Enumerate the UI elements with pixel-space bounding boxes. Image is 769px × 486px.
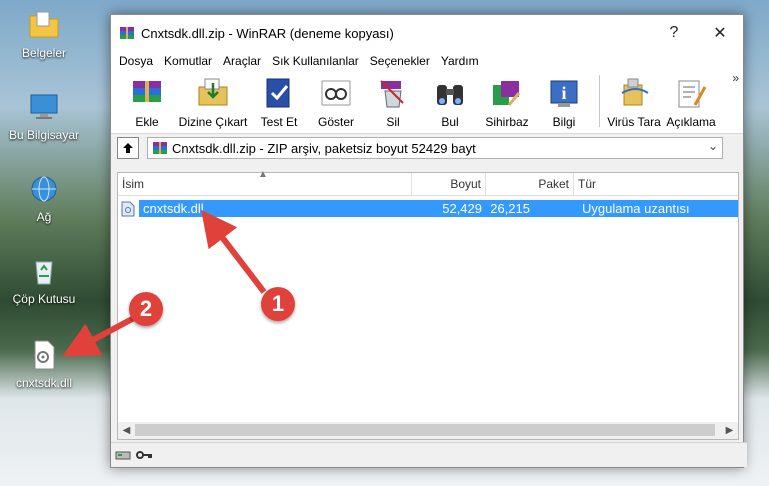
menu-tools[interactable]: Araçlar	[223, 54, 261, 68]
extract-to-button[interactable]: Dizine Çıkart	[176, 71, 250, 135]
test-button[interactable]: Test Et	[251, 71, 307, 135]
file-packed: 26,215	[486, 200, 534, 217]
winrar-app-icon	[119, 25, 135, 41]
help-button[interactable]: ?	[651, 15, 697, 51]
close-button[interactable]: ✕	[697, 15, 743, 51]
menu-bar: Dosya Komutlar Araçlar Sık Kullanılanlar…	[111, 51, 743, 71]
info-button[interactable]: i Bilgi	[536, 71, 592, 135]
add-archive-icon	[133, 81, 161, 102]
menu-file[interactable]: Dosya	[119, 54, 153, 68]
svg-text:i: i	[561, 83, 566, 103]
test-icon	[266, 78, 290, 108]
chevron-down-icon[interactable]: ⌄	[708, 139, 718, 153]
computer-icon	[27, 90, 61, 124]
comment-icon	[678, 80, 707, 108]
archive-icon	[152, 140, 168, 156]
sort-ascending-icon: ▲	[258, 169, 268, 180]
virus-scan-icon	[621, 78, 649, 106]
delete-icon	[380, 80, 404, 108]
toolbar: Ekle Dizine Çıkart Test Et Göster Sil Bu…	[111, 71, 743, 134]
desktop-icon-network[interactable]: Ağ	[4, 172, 84, 224]
find-icon	[437, 85, 463, 105]
table-row[interactable]: cnxtsdk.dll 52,429 26,215 Uygulama uzant…	[120, 200, 740, 217]
wizard-icon	[493, 81, 521, 106]
step-marker-2: 2	[129, 292, 163, 326]
delete-button[interactable]: Sil	[365, 71, 421, 135]
find-button[interactable]: Bul	[422, 71, 478, 135]
virus-scan-button[interactable]: Virüs Tara	[606, 71, 662, 135]
up-arrow-icon	[123, 143, 133, 153]
desktop-icon-dll-file[interactable]: cnxtsdk.dll	[4, 338, 84, 390]
address-bar: Cnxtsdk.dll.zip - ZIP arşiv, paketsiz bo…	[111, 134, 743, 162]
status-bar	[111, 442, 747, 467]
step-marker-1: 1	[261, 287, 295, 321]
recycle-bin-icon	[27, 254, 61, 288]
file-list: İsim Boyut Paket Tür ▲ cnxtsdk.dll 52,42…	[117, 169, 740, 440]
drive-icon[interactable]	[115, 449, 131, 461]
scroll-right-icon[interactable]: ▶	[721, 422, 738, 439]
wizard-button[interactable]: Sihirbaz	[479, 71, 535, 135]
menu-help[interactable]: Yardım	[441, 54, 479, 68]
view-button[interactable]: Göster	[308, 71, 364, 135]
archive-path-field[interactable]: Cnxtsdk.dll.zip - ZIP arşiv, paketsiz bo…	[147, 137, 723, 159]
column-type[interactable]: Tür	[574, 173, 738, 195]
add-button[interactable]: Ekle	[119, 71, 175, 135]
winrar-window: Cnxtsdk.dll.zip - WinRAR (deneme kopyası…	[110, 14, 747, 468]
column-size[interactable]: Boyut	[412, 173, 486, 195]
extract-to-icon	[198, 78, 228, 106]
desktop-icon-documents[interactable]: Belgeler	[4, 8, 84, 60]
list-header: İsim Boyut Paket Tür ▲	[118, 169, 738, 196]
file-size: 52,429	[412, 200, 486, 217]
archive-path-text: Cnxtsdk.dll.zip - ZIP arşiv, paketsiz bo…	[172, 140, 476, 156]
menu-favorites[interactable]: Sık Kullanılanlar	[272, 54, 359, 68]
scroll-left-icon[interactable]: ◀	[118, 422, 135, 439]
comment-button[interactable]: Açıklama	[663, 71, 719, 135]
view-icon	[321, 80, 351, 106]
horizontal-scrollbar[interactable]: ◀ ▶	[118, 422, 738, 439]
toolbar-overflow-chevron-icon[interactable]: »	[732, 71, 739, 85]
column-packed[interactable]: Paket	[486, 173, 574, 195]
scrollbar-thumb[interactable]	[135, 424, 715, 436]
file-type: Uygulama uzantısı	[534, 200, 738, 217]
window-title: Cnxtsdk.dll.zip - WinRAR (deneme kopyası…	[141, 25, 394, 41]
info-icon: i	[550, 80, 578, 107]
file-name: cnxtsdk.dll	[139, 200, 412, 217]
key-icon[interactable]	[135, 449, 153, 461]
dll-file-icon	[27, 338, 61, 372]
menu-commands[interactable]: Komutlar	[164, 54, 212, 68]
menu-options[interactable]: Seçenekler	[370, 54, 430, 68]
desktop-icon-this-pc[interactable]: Bu Bilgisayar	[4, 90, 84, 142]
title-bar[interactable]: Cnxtsdk.dll.zip - WinRAR (deneme kopyası…	[111, 15, 743, 51]
network-icon	[27, 172, 61, 206]
desktop-icon-recycle-bin[interactable]: Çöp Kutusu	[4, 254, 84, 306]
up-folder-button[interactable]	[117, 137, 139, 159]
dll-file-icon	[121, 201, 135, 216]
folder-icon	[27, 8, 61, 42]
toolbar-separator	[599, 75, 600, 127]
